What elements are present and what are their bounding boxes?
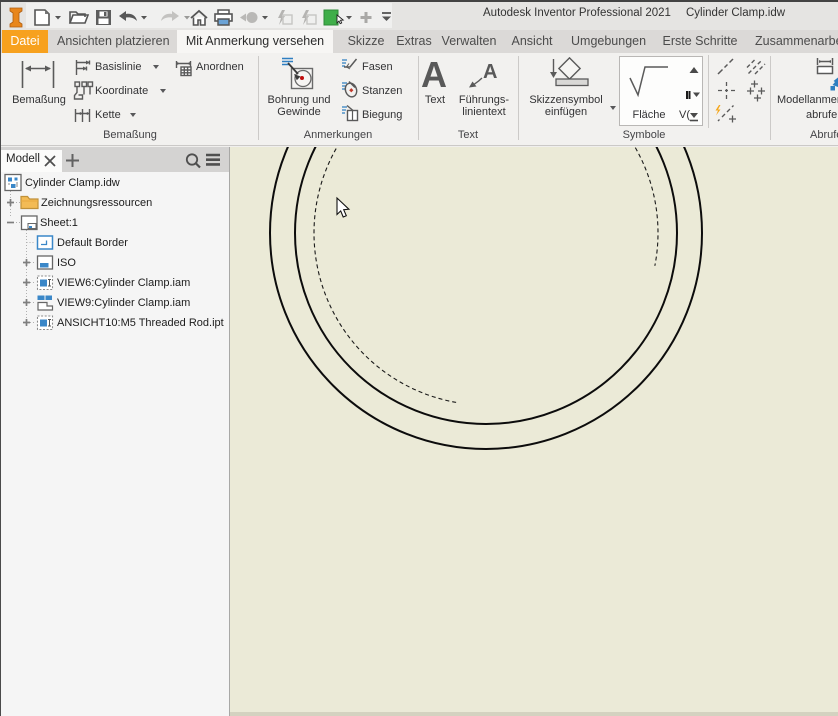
svg-text:A: A bbox=[421, 54, 447, 95]
svg-text:A: A bbox=[483, 61, 497, 83]
